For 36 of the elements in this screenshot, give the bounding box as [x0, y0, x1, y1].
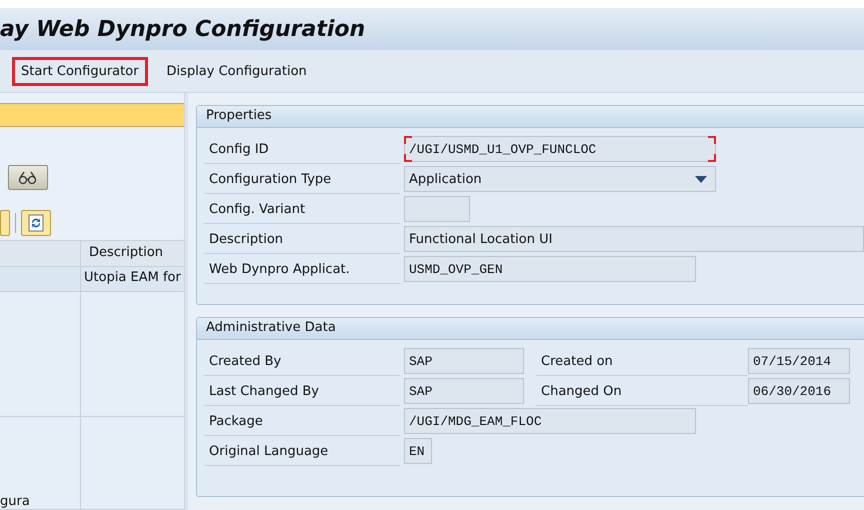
field-label: Created By: [204, 346, 400, 376]
input-field[interactable]: 07/15/2014: [748, 348, 850, 374]
field-label: Configuration Type: [204, 164, 400, 194]
panel-title: Properties: [197, 106, 864, 128]
input-field[interactable]: Functional Location UI: [404, 226, 864, 252]
input-field[interactable]: SAP: [404, 348, 524, 374]
input-field[interactable]: /UGI/USMD_U1_OVP_FUNCLOC: [404, 136, 716, 162]
refresh-button[interactable]: [21, 210, 51, 236]
toolbar-button[interactable]: Start Configurator: [12, 56, 148, 86]
input-field[interactable]: [404, 196, 470, 222]
refresh-icon: [27, 214, 45, 232]
field-label: Config. Variant: [204, 194, 400, 224]
glasses-icon: [18, 170, 38, 184]
toolbar-button[interactable]: [0, 210, 10, 236]
field-label: Original Language: [204, 436, 400, 466]
input-field[interactable]: USMD_OVP_GEN: [404, 256, 696, 282]
field-label: Web Dynpro Applicat.: [204, 254, 400, 284]
table-row[interactable]: Utopia EAM for: [0, 267, 184, 292]
field-label: Description: [204, 224, 400, 254]
table-cell: gura: [0, 494, 30, 509]
input-field[interactable]: 06/30/2016: [748, 378, 850, 404]
field-label: Config ID: [204, 134, 400, 164]
display-button[interactable]: [8, 165, 48, 190]
table-cell: Utopia EAM for: [84, 270, 181, 285]
input-field[interactable]: EN: [404, 438, 432, 464]
field-label: Last Changed By: [204, 376, 400, 406]
window-title: ay Web Dynpro Configuration: [0, 16, 366, 42]
input-field[interactable]: /UGI/MDG_EAM_FLOC: [404, 408, 696, 434]
table-row[interactable]: gura: [0, 417, 184, 510]
input-field[interactable]: [0, 103, 184, 127]
caret-icon: [695, 176, 707, 183]
toolbar-button[interactable]: Display Configuration: [158, 56, 316, 86]
panel-title: Administrative Data: [197, 318, 864, 340]
input-field[interactable]: SAP: [404, 378, 524, 404]
field-label: Package: [204, 406, 400, 436]
dropdown-field[interactable]: Application: [404, 166, 716, 192]
